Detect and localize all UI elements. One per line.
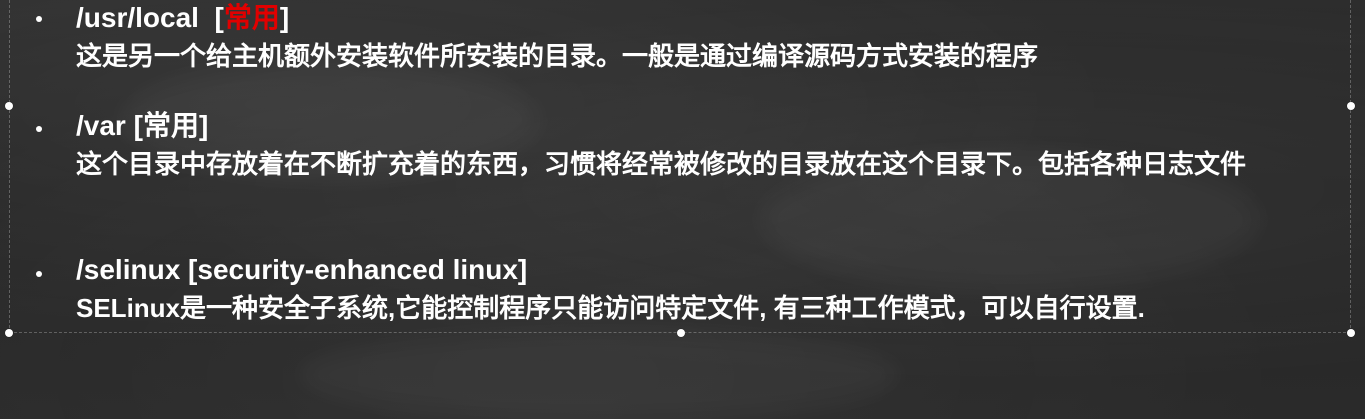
directory-description: 这个目录中存放着在不断扩充着的东西，习惯将经常被修改的目录放在这个目录下。包括各…: [76, 149, 1247, 179]
resize-handle-right-top[interactable]: [1347, 102, 1355, 110]
directory-heading: /var [常用]: [76, 110, 208, 142]
usage-tag: 常用: [142, 110, 199, 141]
directory-description: SELinux是一种安全子系统,它能控制程序只能访问特定文件, 有三种工作模式，…: [76, 293, 1145, 323]
tag-bracket-open: [: [180, 254, 198, 285]
resize-handle-left-bottom[interactable]: [5, 329, 13, 337]
directory-heading: /selinux [security-enhanced linux]: [76, 254, 527, 286]
bullet-icon: [36, 16, 42, 22]
resize-handle-bottom-center[interactable]: [677, 329, 685, 337]
directory-path: /selinux: [76, 254, 181, 285]
bullet-icon: [36, 126, 42, 132]
usage-tag: 常用: [223, 2, 280, 33]
usage-tag: security-enhanced linux: [197, 254, 518, 285]
resize-handle-left-top[interactable]: [5, 102, 13, 110]
tag-bracket-open: [199, 2, 215, 33]
directory-path: /var: [76, 110, 126, 141]
resize-handle-right-bottom[interactable]: [1347, 329, 1355, 337]
tag-bracket-close: ]: [198, 110, 209, 141]
tag-bracket-open: [: [214, 2, 224, 33]
chalk-smear: [300, 330, 900, 419]
directory-path: /usr/local: [76, 2, 199, 33]
bullet-icon: [36, 271, 42, 277]
tag-bracket-close: ]: [279, 2, 290, 33]
directory-heading: /usr/local [常用]: [76, 2, 289, 34]
tag-bracket-open: [: [125, 110, 143, 141]
directory-description: 这是另一个给主机额外安装软件所安装的目录。一般是通过编译源码方式安装的程序: [76, 41, 1039, 71]
tag-bracket-close: ]: [517, 254, 528, 285]
